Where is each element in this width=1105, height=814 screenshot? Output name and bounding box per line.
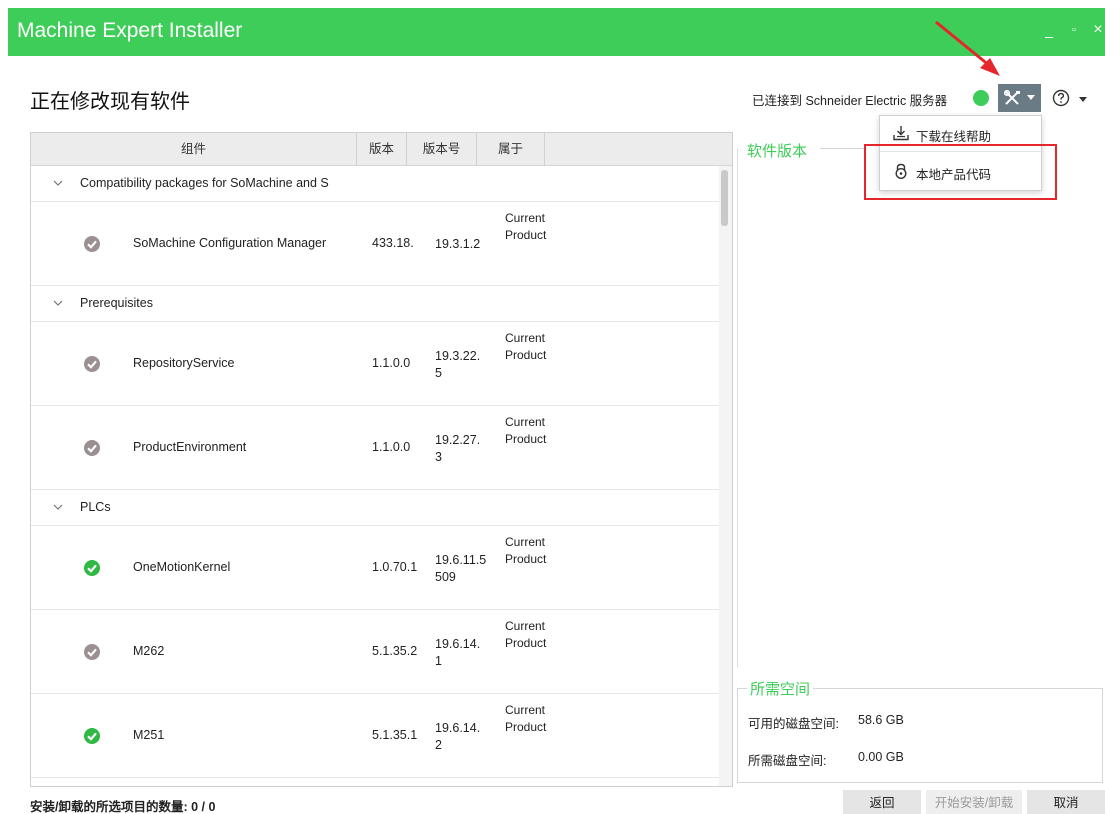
version-panel-divider: [820, 148, 864, 149]
tools-icon: [1004, 90, 1020, 105]
component-belongs-to: Current Product: [505, 619, 547, 650]
table-row[interactable]: RepositoryService 1.1.0.0 19.3.22.5 Curr…: [31, 322, 719, 406]
scrollbar-thumb[interactable]: [721, 170, 728, 226]
column-header-component[interactable]: 组件: [31, 133, 357, 166]
menu-item-label: 下载在线帮助: [916, 130, 992, 144]
component-name: ProductEnvironment: [133, 440, 247, 454]
chevron-down-icon[interactable]: [53, 299, 63, 307]
component-build: 19.6.11.5509: [435, 553, 487, 584]
column-header-belongs-to[interactable]: 属于: [477, 133, 545, 166]
selection-count-value: 0 / 0: [191, 800, 216, 814]
group-label: Compatibility packages for SoMachine and…: [80, 176, 329, 190]
component-build: 19.6.14.1: [435, 637, 481, 668]
start-install-button[interactable]: 开始安装/卸载: [926, 790, 1022, 814]
component-version: 433.18.: [372, 236, 414, 250]
help-icon: [1052, 89, 1070, 107]
group-label: Prerequisites: [80, 296, 153, 310]
status-check-icon[interactable]: [83, 559, 101, 577]
table-group-row[interactable]: Prerequisites: [31, 286, 719, 322]
table-row[interactable]: M262 5.1.35.2 19.6.14.1 Current Product: [31, 610, 719, 694]
required-space-value: 0.00 GB: [858, 750, 904, 764]
status-check-icon[interactable]: [83, 727, 101, 745]
selection-count: 安装/卸载的所选项目的数量: 0 / 0: [30, 796, 215, 814]
component-version: 1.1.0.0: [372, 356, 411, 370]
table-group-row[interactable]: PLCs: [31, 490, 719, 526]
chevron-down-icon: [1027, 95, 1035, 100]
table-row[interactable]: OneMotionKernel 1.0.70.1 19.6.11.5509 Cu…: [31, 526, 719, 610]
page-title: 正在修改现有软件: [30, 91, 190, 113]
status-check-icon[interactable]: [83, 235, 101, 253]
component-name: SoMachine Configuration Manager: [133, 236, 327, 250]
table-row[interactable]: M251 5.1.35.1 19.6.14.2 Current Product: [31, 694, 719, 778]
table-row[interactable]: SoMachine Configuration Manager 433.18. …: [31, 202, 719, 286]
component-belongs-to: Current Product: [505, 415, 547, 446]
connection-status-text: 已连接到 Schneider Electric 服务器: [752, 94, 948, 108]
status-check-icon[interactable]: [83, 439, 101, 457]
component-belongs-to: Current Product: [505, 211, 547, 242]
component-version: 5.1.35.2: [372, 644, 418, 658]
component-version: 1.1.0.0: [372, 440, 411, 454]
status-check-icon[interactable]: [83, 643, 101, 661]
table-header: 组件 版本 版本号 属于: [31, 133, 732, 166]
help-menu-button[interactable]: [1052, 88, 1088, 110]
component-build: 19.2.27.3: [435, 433, 481, 464]
annotation-highlight-box: [864, 144, 1057, 200]
chevron-down-icon[interactable]: [53, 503, 63, 511]
component-version: 5.1.35.1: [372, 728, 418, 742]
close-button[interactable]: ×: [1090, 22, 1105, 38]
required-space-label: 所需磁盘空间:: [748, 754, 827, 768]
selection-count-label: 安装/卸载的所选项目的数量:: [30, 800, 188, 814]
download-icon: [893, 126, 909, 141]
column-header-version[interactable]: 版本: [357, 133, 407, 166]
version-panel-border: [737, 148, 738, 668]
group-label: PLCs: [80, 500, 111, 514]
annotation-arrow-icon: [935, 20, 1000, 76]
tools-menu-button[interactable]: [998, 84, 1041, 112]
components-table: 组件 版本 版本号 属于 Compatibility packages for …: [30, 132, 733, 787]
component-name: OneMotionKernel: [133, 560, 231, 574]
component-belongs-to: Current Product: [505, 331, 547, 362]
chevron-down-icon[interactable]: [53, 179, 63, 187]
table-group-row[interactable]: Compatibility packages for SoMachine and…: [31, 166, 719, 202]
status-check-icon[interactable]: [83, 355, 101, 373]
component-build: 19.3.22.5: [435, 349, 481, 380]
component-name: RepositoryService: [133, 356, 235, 370]
table-scrollbar[interactable]: [719, 166, 732, 786]
chevron-down-icon: [1079, 97, 1087, 102]
available-space-value: 58.6 GB: [858, 713, 904, 727]
connection-status-dot: [973, 90, 989, 106]
column-header-build[interactable]: 版本号: [407, 133, 477, 166]
component-version: 1.0.70.1: [372, 560, 418, 574]
component-belongs-to: Current Product: [505, 535, 547, 566]
component-build: 19.3.1.2: [435, 237, 481, 251]
version-panel-title: 软件版本: [745, 140, 810, 161]
table-row[interactable]: ProductEnvironment 1.1.0.0 19.2.27.3 Cur…: [31, 406, 719, 490]
disk-space-title: 所需空间: [747, 678, 814, 699]
cancel-button[interactable]: 取消: [1027, 790, 1105, 814]
component-build: 19.6.14.2: [435, 721, 481, 752]
component-belongs-to: Current Product: [505, 703, 547, 734]
maximize-button[interactable]: ▫: [1066, 22, 1082, 38]
component-name: M262: [133, 644, 165, 658]
window-title: Machine Expert Installer: [17, 19, 243, 42]
component-name: M251: [133, 728, 165, 742]
available-space-label: 可用的磁盘空间:: [748, 717, 839, 731]
back-button[interactable]: 返回: [843, 790, 921, 814]
minimize-button[interactable]: _: [1041, 22, 1057, 38]
